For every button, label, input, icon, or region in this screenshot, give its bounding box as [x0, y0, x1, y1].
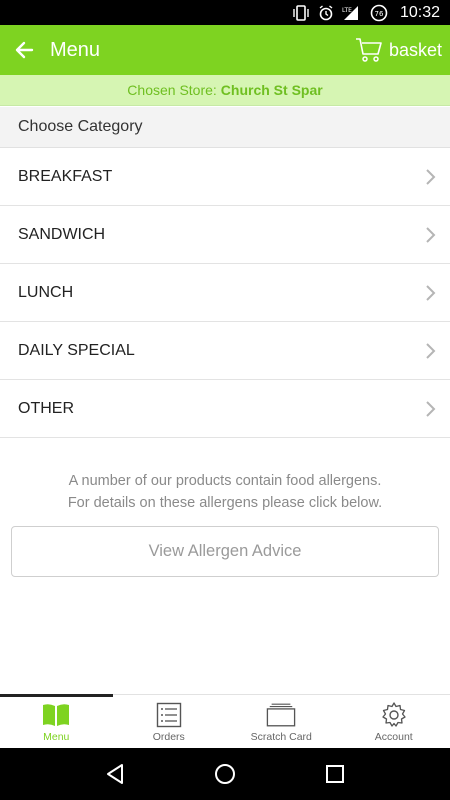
nav-item-orders[interactable]: Orders	[113, 695, 226, 748]
cart-icon	[355, 38, 382, 62]
status-time: 10:32	[399, 3, 440, 21]
nav-label: Orders	[152, 731, 185, 743]
category-label: OTHER	[18, 399, 74, 417]
nav-item-scratch-card[interactable]: Scratch Card	[225, 695, 338, 748]
allergen-line-1: A number of our products contain food al…	[68, 473, 382, 489]
bottom-nav: Menu Orders Scratch Card Account	[0, 694, 450, 748]
category-label: BREAKFAST	[18, 167, 113, 185]
chevron-right-icon	[426, 284, 436, 301]
category-list: BREAKFAST SANDWICH LUNCH DAILY SPECIAL O…	[0, 148, 450, 438]
nav-item-account[interactable]: Account	[338, 695, 450, 748]
nav-item-menu[interactable]: Menu	[0, 694, 113, 748]
nav-label: Menu	[43, 731, 70, 743]
list-icon	[154, 701, 184, 729]
back-button[interactable]	[6, 32, 42, 68]
arrow-left-icon	[15, 41, 34, 59]
triangle-back-icon	[107, 764, 123, 784]
category-item-breakfast[interactable]: BREAKFAST	[0, 148, 450, 206]
chevron-right-icon	[426, 342, 436, 359]
square-recents-icon	[326, 765, 344, 783]
card-stack-icon	[266, 701, 296, 729]
store-prefix: Chosen Store:	[127, 82, 217, 98]
circle-home-icon	[215, 764, 235, 784]
svg-text:76: 76	[374, 10, 383, 18]
category-label: SANDWICH	[18, 225, 106, 243]
vibrate-icon	[292, 4, 310, 21]
category-item-other[interactable]: OTHER	[0, 380, 450, 438]
category-label: DAILY SPECIAL	[18, 341, 135, 359]
category-header: Choose Category	[0, 107, 450, 148]
page-title: Menu	[50, 38, 101, 61]
book-icon	[41, 701, 71, 729]
category-label: LUNCH	[18, 283, 74, 301]
chevron-right-icon	[426, 226, 436, 243]
svg-text:LTE: LTE	[342, 7, 352, 14]
allergen-info: A number of our products contain food al…	[0, 470, 450, 514]
status-bar: LTE 76 10:32	[0, 0, 450, 25]
nav-label: Account	[374, 731, 413, 743]
gear-icon	[379, 701, 409, 729]
view-allergen-advice-button[interactable]: View Allergen Advice	[11, 526, 439, 577]
chevron-right-icon	[426, 168, 436, 185]
system-home-button[interactable]	[213, 762, 237, 786]
basket-label: basket	[388, 39, 442, 60]
battery-saver-icon: 76	[370, 4, 388, 22]
signal-icon: LTE	[342, 5, 362, 21]
store-banner: Chosen Store: Church St Spar	[0, 75, 450, 106]
nav-label: Scratch Card	[250, 731, 312, 743]
alarm-icon	[318, 4, 334, 21]
category-item-daily-special[interactable]: DAILY SPECIAL	[0, 322, 450, 380]
app-bar: Menu basket	[0, 25, 450, 75]
system-back-button[interactable]	[103, 762, 127, 786]
system-nav-bar	[0, 748, 450, 800]
store-name: Church St Spar	[220, 82, 323, 98]
chevron-right-icon	[426, 400, 436, 417]
category-item-sandwich[interactable]: SANDWICH	[0, 206, 450, 264]
system-recents-button[interactable]	[323, 762, 347, 786]
category-item-lunch[interactable]: LUNCH	[0, 264, 450, 322]
basket-button[interactable]: basket	[355, 25, 442, 75]
allergen-line-2: For details on these allergens please cl…	[67, 495, 383, 511]
